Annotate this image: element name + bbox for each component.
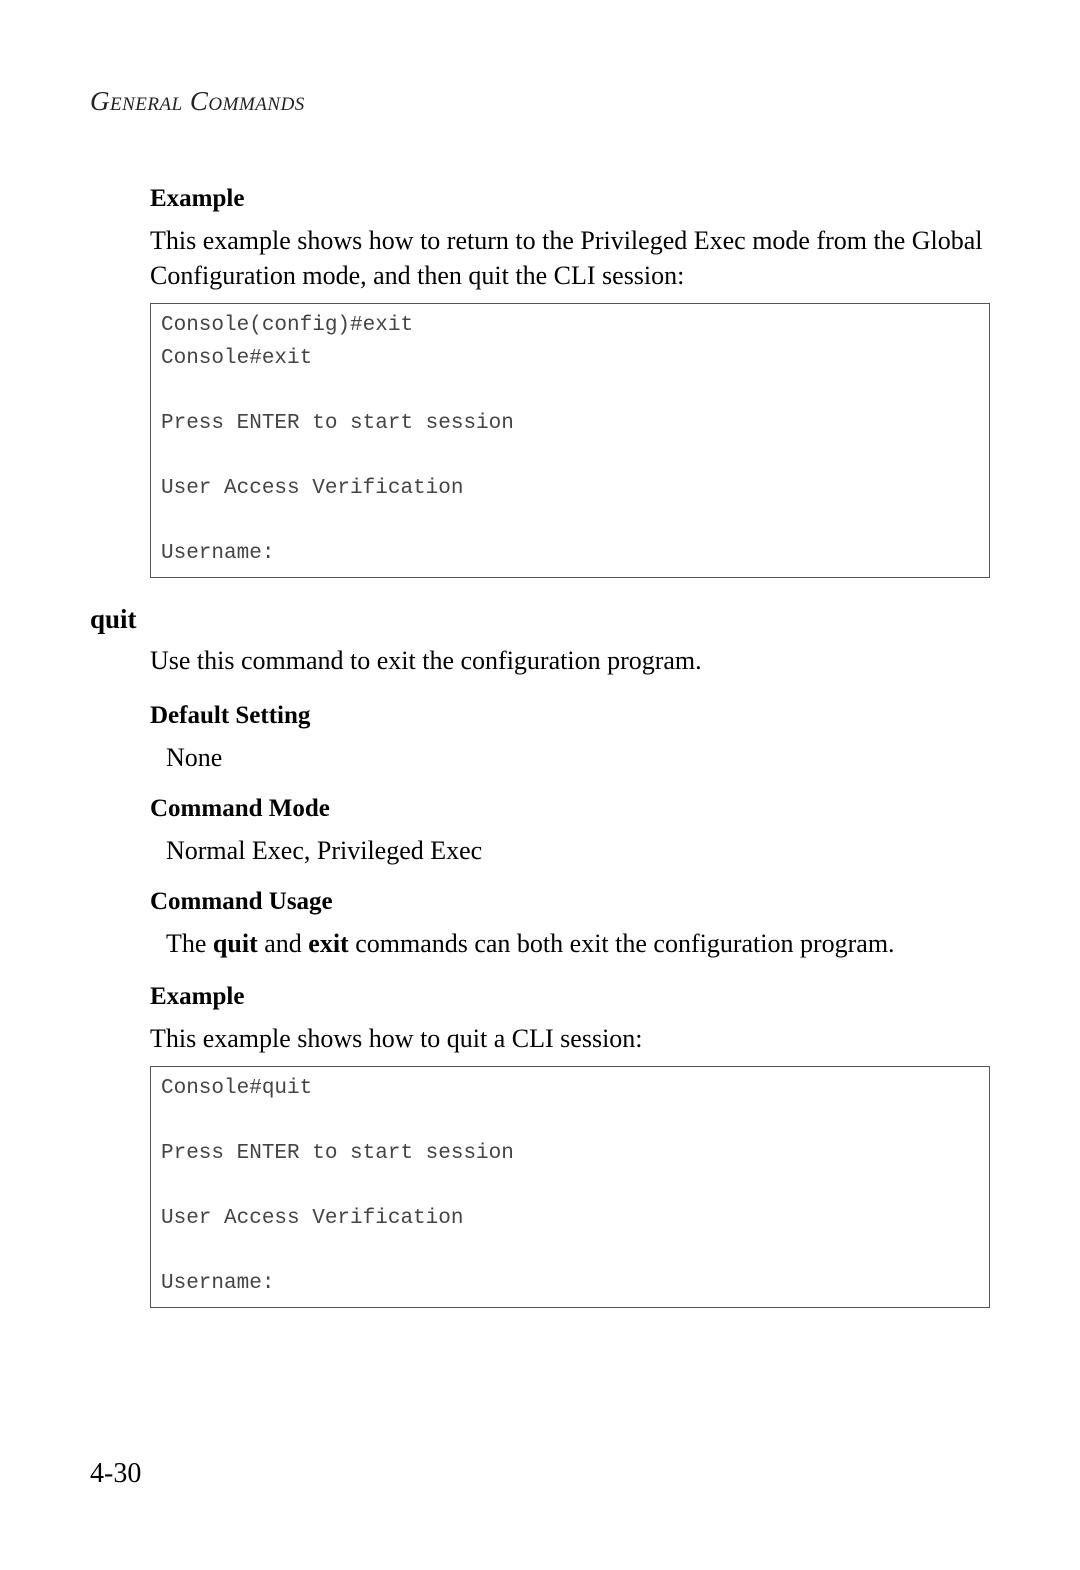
label-example-1: Example: [150, 185, 990, 213]
example-text-1: This example shows how to return to the …: [150, 223, 990, 293]
code-block-quit: Console#quit Press ENTER to start sessio…: [150, 1066, 990, 1308]
value-default-setting: None: [150, 740, 990, 775]
usage-keyword-exit: exit: [308, 929, 348, 958]
section-exit-example: Example This example shows how to return…: [90, 185, 990, 578]
label-command-usage: Command Usage: [150, 888, 990, 916]
page-header: General Commands: [90, 86, 990, 117]
code-block-exit: Console(config)#exit Console#exit Press …: [150, 303, 990, 577]
usage-keyword-quit: quit: [213, 929, 258, 958]
label-command-mode: Command Mode: [150, 795, 990, 823]
label-default-setting: Default Setting: [150, 702, 990, 730]
usage-post: commands can both exit the configuration…: [349, 929, 895, 958]
usage-pre: The: [166, 929, 213, 958]
usage-mid: and: [258, 929, 309, 958]
section-quit: Use this command to exit the configurati…: [90, 643, 990, 1308]
value-command-usage: The quit and exit commands can both exit…: [150, 926, 990, 961]
page-number: 4-30: [90, 1458, 141, 1490]
value-command-mode: Normal Exec, Privileged Exec: [150, 833, 990, 868]
quit-description: Use this command to exit the configurati…: [150, 643, 990, 678]
command-title-quit: quit: [90, 604, 990, 635]
label-example-2: Example: [150, 983, 990, 1011]
example-text-2: This example shows how to quit a CLI ses…: [150, 1021, 990, 1056]
